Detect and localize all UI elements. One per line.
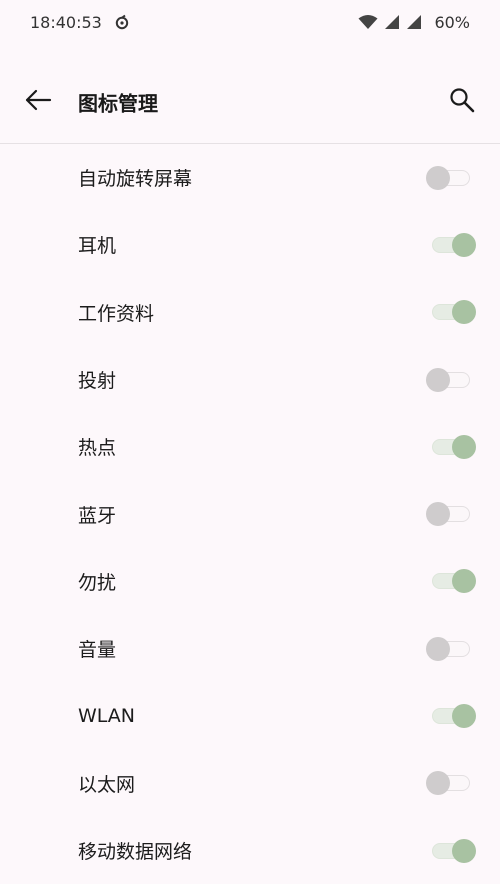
toggle-switch[interactable]: [426, 771, 474, 796]
toggle-thumb: [452, 838, 476, 863]
toggle-switch[interactable]: [426, 367, 474, 392]
toggle-switch[interactable]: [428, 569, 476, 594]
list-item[interactable]: 工作资料: [0, 279, 500, 346]
toggle-switch[interactable]: [426, 502, 474, 527]
toggle-thumb: [426, 502, 450, 527]
list-item[interactable]: 投射: [0, 346, 500, 413]
search-icon: [448, 86, 476, 118]
list-item[interactable]: 以太网: [0, 750, 500, 817]
wifi-icon: [358, 14, 378, 30]
toggle-switch[interactable]: [426, 165, 474, 190]
list-item[interactable]: 热点: [0, 413, 500, 480]
list-item[interactable]: 耳机: [0, 211, 500, 278]
status-time: 18:40:53: [30, 12, 102, 32]
list-item[interactable]: WLAN: [0, 682, 500, 749]
toggle-thumb: [452, 704, 476, 729]
toggle-switch[interactable]: [428, 434, 476, 459]
toggle-thumb: [426, 771, 450, 796]
toggle-switch[interactable]: [428, 232, 476, 257]
toggle-switch[interactable]: [426, 636, 474, 661]
list-item[interactable]: 勿扰: [0, 548, 500, 615]
list-item-label: 投射: [78, 370, 117, 393]
toggle-thumb: [452, 434, 476, 459]
list-item-label: 热点: [78, 437, 117, 460]
app-bar: 图标管理: [0, 60, 500, 144]
list-item-label: 工作资料: [78, 302, 155, 325]
list-item-label: 移动数据网络: [78, 841, 193, 864]
list-item-label: 耳机: [78, 235, 117, 258]
list-item[interactable]: 音量: [0, 615, 500, 682]
back-arrow-icon: [24, 86, 52, 118]
settings-list: 自动旋转屏幕 耳机工作资料投射热点蓝牙勿扰音量 WLAN 以太网移动数据网络: [0, 144, 500, 884]
toggle-switch[interactable]: [428, 704, 476, 729]
battery-level: 60%: [434, 12, 470, 32]
toggle-thumb: [426, 636, 450, 661]
list-item-label: 自动旋转屏幕: [78, 168, 193, 191]
list-item-label: 勿扰: [78, 571, 117, 594]
list-item-label: 蓝牙: [78, 504, 117, 527]
toggle-thumb: [426, 367, 450, 392]
toggle-thumb: [452, 569, 476, 594]
toggle-thumb: [452, 232, 476, 257]
toggle-thumb: [426, 165, 450, 190]
status-bar: 18:40:53 60%: [0, 0, 500, 44]
list-item[interactable]: 移动数据网络: [0, 817, 500, 884]
page-title: 图标管理: [78, 91, 158, 116]
toggle-switch[interactable]: [428, 838, 476, 863]
signal-icon: [384, 14, 400, 30]
list-item-label: WLAN: [78, 705, 136, 728]
list-item[interactable]: 蓝牙: [0, 480, 500, 547]
list-item-label: 音量: [78, 639, 117, 662]
sync-icon: [114, 14, 130, 30]
toggle-switch[interactable]: [428, 300, 476, 325]
list-item[interactable]: 自动旋转屏幕: [0, 144, 500, 211]
toggle-thumb: [452, 300, 476, 325]
list-item-label: 以太网: [78, 773, 136, 796]
signal-icon: [406, 14, 422, 30]
back-button[interactable]: [22, 86, 54, 118]
search-button[interactable]: [446, 86, 478, 118]
